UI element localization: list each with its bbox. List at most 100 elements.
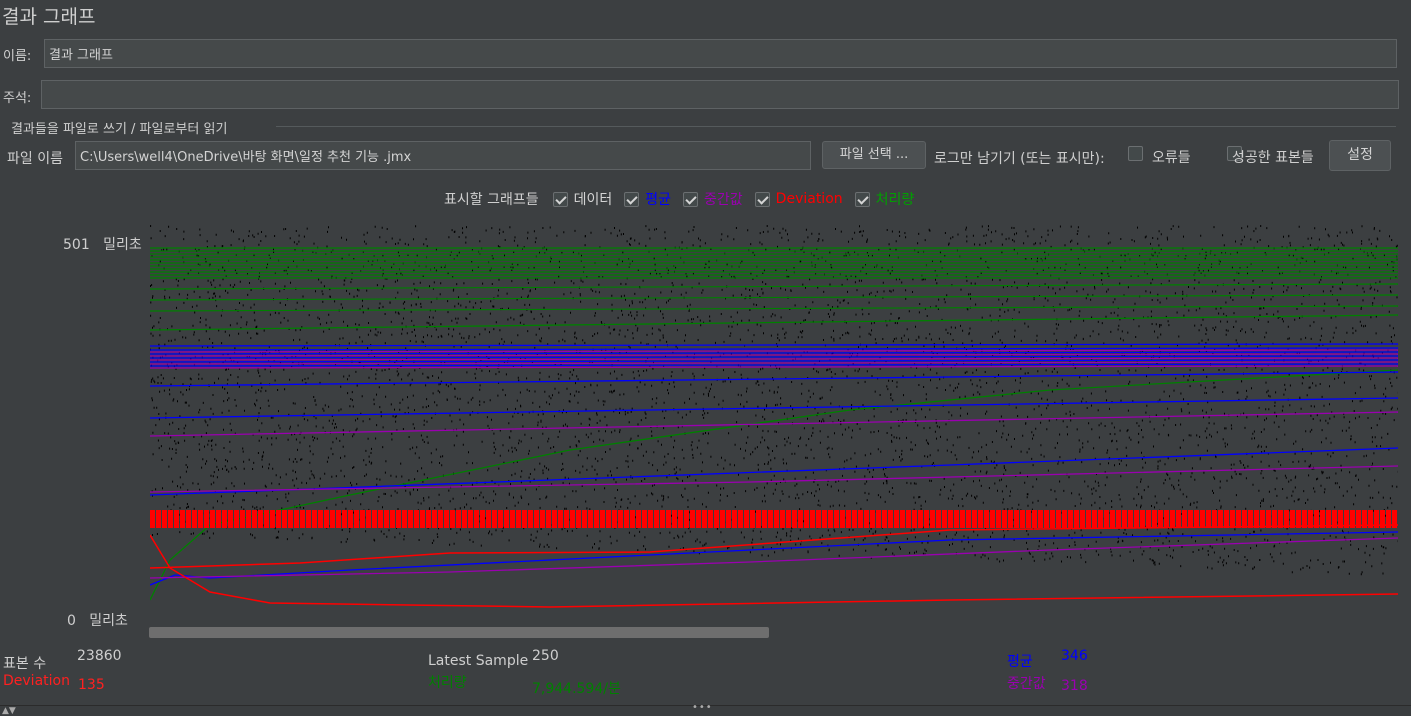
deviation-bar — [684, 510, 689, 528]
comment-label: 주석: — [3, 91, 32, 106]
deviation-bar — [828, 510, 833, 528]
comment-input[interactable] — [41, 80, 1399, 109]
deviation-bar — [882, 510, 887, 528]
deviation-bar — [1008, 510, 1013, 528]
deviation-bar — [552, 510, 557, 528]
graph-option-average[interactable]: 평균 — [624, 189, 671, 209]
deviation-bar — [948, 510, 953, 528]
throughput-checkbox[interactable] — [854, 191, 870, 207]
deviation-bar — [936, 510, 941, 528]
y-max-value: 501 — [63, 237, 90, 253]
deviation-bar — [468, 510, 473, 528]
deviation-bar — [1110, 510, 1115, 528]
graph-option-data[interactable]: 데이터 — [552, 189, 612, 209]
filename-input[interactable] — [75, 141, 811, 170]
deviation-bar — [798, 510, 803, 528]
median-checkbox[interactable] — [683, 191, 699, 207]
file-section-legend: 결과들을 파일로 쓰기 / 파일로부터 읽기 — [11, 122, 228, 137]
graph-option-deviation[interactable]: Deviation — [754, 191, 843, 207]
deviation-bar — [312, 510, 317, 528]
throughput-line — [150, 294, 1398, 301]
deviation-bar — [774, 510, 779, 528]
deviation-bar — [1272, 510, 1277, 528]
errors-label: 오류들 — [1152, 150, 1191, 166]
deviation-bar — [678, 510, 683, 528]
median-stat-value: 318 — [1061, 678, 1088, 694]
deviation-bar — [888, 510, 893, 528]
deviation-bar — [318, 510, 323, 528]
graph-horizontal-scrollbar[interactable] — [149, 627, 769, 638]
graph-option-median[interactable]: 중간값 — [683, 189, 743, 209]
deviation-bar — [480, 510, 485, 528]
deviation-bar — [534, 510, 539, 528]
deviation-bar — [762, 510, 767, 528]
deviation-bar — [1038, 510, 1043, 528]
deviation-bar — [558, 510, 563, 528]
average-curve — [150, 531, 1398, 586]
deviation-bar — [324, 510, 329, 528]
deviation-bar — [942, 510, 947, 528]
y-axis-max-label: 501 밀리초 — [63, 234, 142, 254]
deviation-bar — [1236, 510, 1241, 528]
deviation-bar — [456, 510, 461, 528]
window-title: 결과 그래프 — [2, 6, 96, 28]
results-graph — [150, 225, 1398, 608]
deviation-bar — [756, 510, 761, 528]
deviation-bar — [1002, 510, 1007, 528]
deviation-bar — [546, 510, 551, 528]
drag-handle-icon[interactable]: ••• — [692, 702, 713, 713]
errors-checkbox[interactable] — [1128, 146, 1143, 161]
deviation-bar — [1020, 510, 1025, 528]
deviation-bar — [804, 510, 809, 528]
filename-label: 파일 이름 — [7, 151, 63, 167]
deviation-bar — [1212, 510, 1217, 528]
deviation-bar — [624, 510, 629, 528]
deviation-bar — [162, 510, 167, 528]
deviation-checkbox[interactable] — [754, 191, 770, 207]
deviation-bar — [1104, 510, 1109, 528]
deviation-bar — [1056, 510, 1061, 528]
deviation-option-label: Deviation — [775, 191, 843, 207]
median-option-label: 중간값 — [704, 192, 743, 208]
deviation-bar — [1224, 510, 1229, 528]
deviation-bar — [222, 510, 227, 528]
deviation-bar — [1218, 510, 1223, 528]
deviation-bar — [738, 510, 743, 528]
name-input[interactable] — [44, 39, 1397, 68]
deviation-bar — [486, 510, 491, 528]
deviation-bar — [984, 510, 989, 528]
deviation-bar — [432, 510, 437, 528]
deviation-bar — [1158, 510, 1163, 528]
deviation-bar — [240, 510, 245, 528]
deviation-bar — [816, 510, 821, 528]
deviation-bar — [1062, 510, 1067, 528]
deviation-bar — [192, 510, 197, 528]
deviation-bar — [1200, 510, 1205, 528]
deviation-bar — [1170, 510, 1175, 528]
settings-button[interactable]: 설정 — [1329, 140, 1391, 171]
average-checkbox[interactable] — [624, 191, 640, 207]
deviation-bar — [924, 510, 929, 528]
data-checkbox[interactable] — [552, 191, 568, 207]
throughput-stat-label: 처리량 — [428, 675, 467, 691]
deviation-bar — [1080, 510, 1085, 528]
deviation-bar — [750, 510, 755, 528]
y-axis-min-label: 0 밀리초 — [67, 610, 128, 630]
deviation-bar — [438, 510, 443, 528]
deviation-bar — [702, 510, 707, 528]
deviation-bar — [288, 510, 293, 528]
deviation-bar — [246, 510, 251, 528]
median-curve — [150, 537, 1398, 579]
deviation-bar — [966, 510, 971, 528]
deviation-bar — [1176, 510, 1181, 528]
graph-option-throughput[interactable]: 처리량 — [854, 189, 914, 209]
deviation-bar — [258, 510, 263, 528]
deviation-bar — [396, 510, 401, 528]
deviation-bar — [792, 510, 797, 528]
browse-file-button[interactable]: 파일 선택 ... — [822, 141, 926, 169]
bottom-split-bar[interactable]: ▲▼ ••• — [0, 702, 1411, 716]
throughput-curve — [150, 369, 1398, 601]
deviation-bar — [276, 510, 281, 528]
median-stat-label: 중간값 — [1007, 676, 1046, 692]
deviation-bar — [1206, 510, 1211, 528]
